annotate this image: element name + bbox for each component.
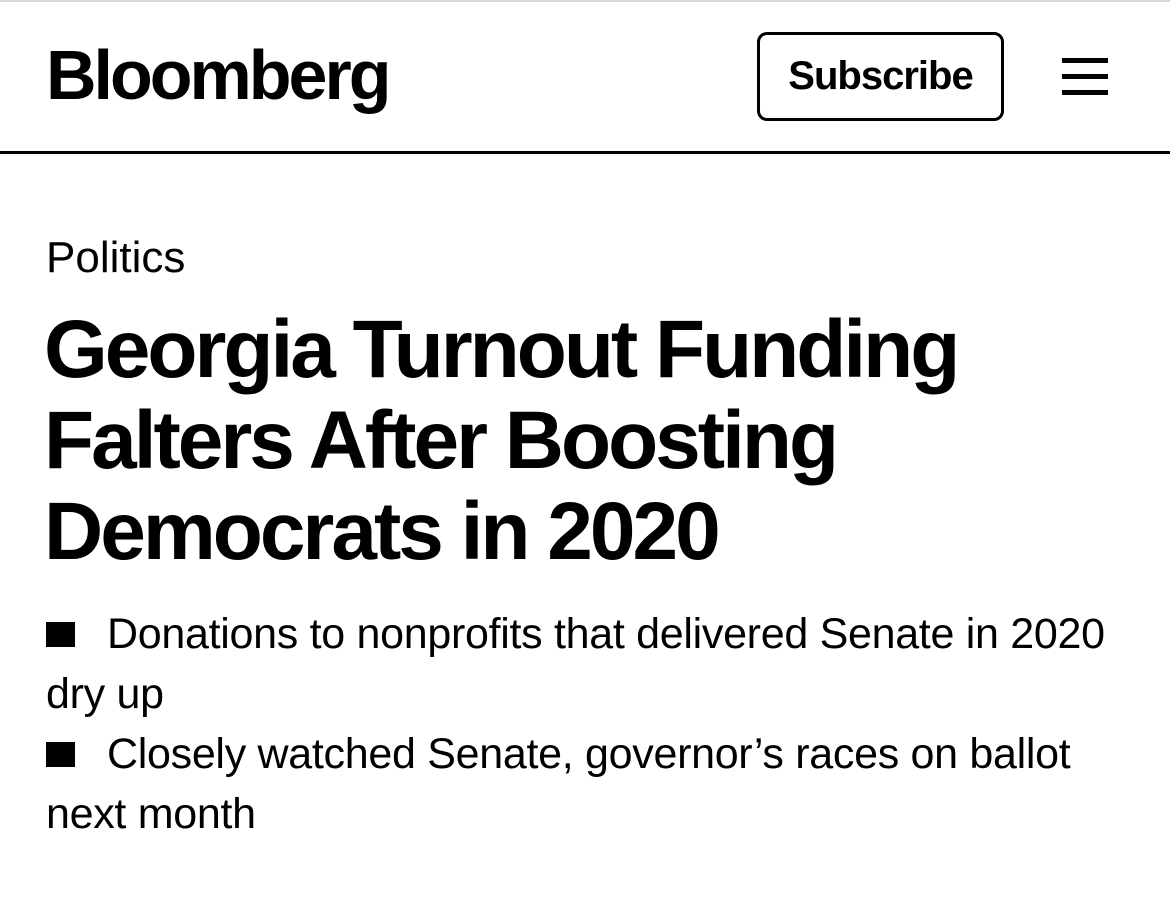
summary-bullet: Closely watched Senate, governor’s races… (46, 724, 1136, 844)
square-bullet-icon (46, 622, 75, 647)
menu-bar (1062, 74, 1108, 79)
hamburger-menu-icon[interactable] (1062, 58, 1108, 98)
summary-bullet: Donations to nonprofits that delivered S… (46, 604, 1136, 724)
bloomberg-logo[interactable]: Bloomberg (46, 30, 391, 120)
subscribe-button[interactable]: Subscribe (757, 32, 1004, 121)
site-header: Bloomberg Subscribe (0, 0, 1170, 154)
menu-bar (1062, 58, 1108, 63)
category-link[interactable]: Politics (46, 230, 185, 286)
square-bullet-icon (46, 742, 75, 767)
summary-bullet-text: Donations to nonprofits that delivered S… (46, 610, 1105, 718)
summary-bullets: Donations to nonprofits that delivered S… (46, 604, 1136, 844)
summary-bullet-text: Closely watched Senate, governor’s races… (46, 730, 1071, 838)
article-headline: Georgia Turnout Funding Falters After Bo… (44, 304, 960, 577)
menu-bar (1062, 90, 1108, 95)
